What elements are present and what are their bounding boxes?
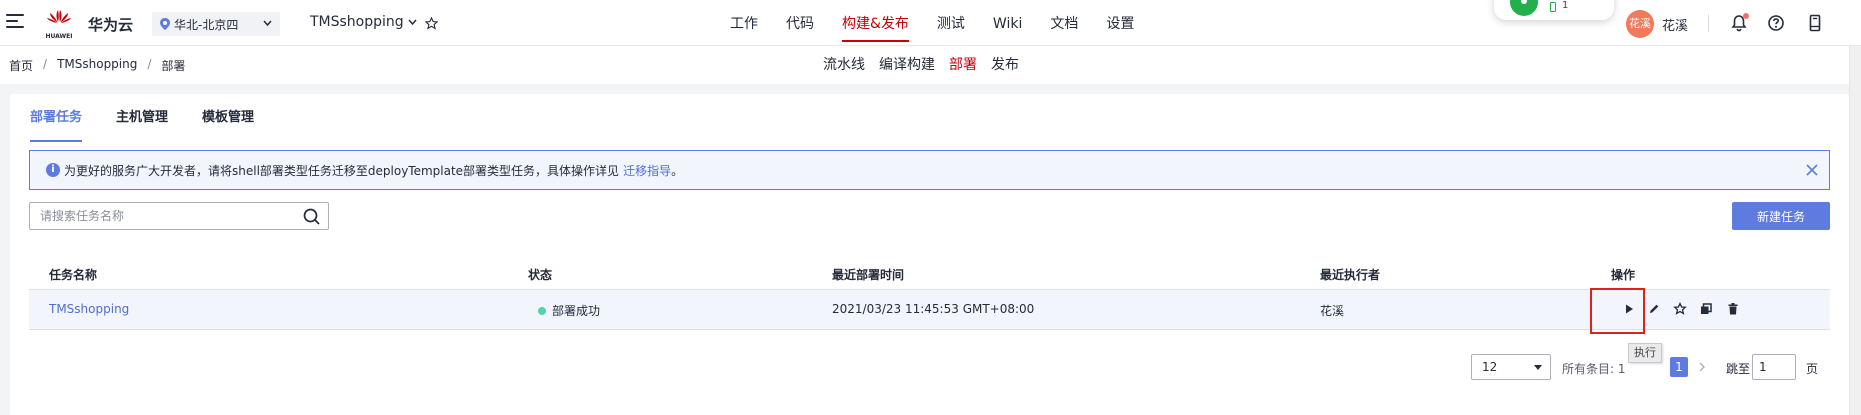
nav-settings[interactable]: 设置 — [1106, 0, 1134, 46]
subnav-pipeline[interactable]: 流水线 — [823, 46, 865, 84]
header-status: 状态 — [528, 268, 553, 282]
page-size-value: 12 — [1482, 360, 1498, 374]
subnav-deploy[interactable]: 部署 — [949, 46, 977, 84]
project-name: TMSshopping — [310, 14, 404, 30]
table-header: 任务名称 状态 最近部署时间 最近执行者 操作 — [29, 260, 1830, 290]
region-selector[interactable]: 华北-北京四 — [152, 12, 280, 36]
jump-label: 跳至 — [1726, 362, 1751, 376]
breadcrumb-home[interactable]: 首页 — [9, 57, 33, 74]
breadcrumb-current: 部署 — [161, 59, 186, 73]
notice-period: 。 — [671, 163, 684, 178]
breadcrumb-project[interactable]: TMSshopping — [57, 57, 137, 74]
tab-template-management[interactable]: 模板管理 — [202, 94, 254, 138]
assistant-icon — [1510, 0, 1538, 16]
nav-code[interactable]: 代码 — [786, 0, 814, 46]
chevron-right-icon[interactable] — [1698, 362, 1706, 372]
floating-widget[interactable]: 1 — [1494, 0, 1614, 20]
executor-cell: 花溪 — [1320, 304, 1345, 318]
search-box — [29, 202, 329, 230]
migration-guide-link[interactable]: 迁移指导 — [623, 162, 671, 179]
header-actions: 操作 — [1611, 268, 1636, 282]
hamburger-icon[interactable] — [6, 14, 24, 30]
tab-bar: 部署任务 主机管理 模板管理 — [30, 94, 288, 142]
tab-deploy-tasks[interactable]: 部署任务 — [30, 94, 83, 142]
execute-highlight-box — [1590, 288, 1645, 334]
nav-work[interactable]: 工作 — [730, 0, 758, 46]
edit-icon[interactable] — [1647, 302, 1661, 316]
star-icon[interactable] — [1673, 302, 1687, 316]
scrollbar[interactable] — [1849, 46, 1861, 415]
search-input[interactable] — [30, 203, 290, 229]
chevron-down-icon — [408, 19, 417, 25]
subnav-build[interactable]: 编译构建 — [879, 46, 935, 84]
page-number-button[interactable]: 1 — [1670, 357, 1688, 377]
region-label: 华北-北京四 — [174, 17, 239, 32]
top-bar: HUAWEI 华为云 华北-北京四 TMSshopping 工作 代码 构建&发… — [0, 0, 1861, 46]
table-row: TMSshopping 部署成功 2021/03/23 11:45:53 GMT… — [29, 290, 1830, 330]
breadcrumb-separator: / — [147, 57, 152, 71]
status-dot — [538, 306, 546, 315]
notice-banner: i 为更好的服务广大开发者，请将shell部署类型任务迁移至deployTemp… — [29, 150, 1830, 190]
svg-text:HUAWEI: HUAWEI — [45, 33, 72, 40]
breadcrumb-separator: / — [43, 57, 48, 71]
avatar[interactable]: 花溪 — [1626, 10, 1654, 38]
delete-icon[interactable] — [1726, 302, 1740, 316]
help-icon[interactable] — [1767, 14, 1785, 32]
divider — [1708, 14, 1709, 32]
copy-icon[interactable] — [1699, 302, 1713, 316]
nav-wiki[interactable]: Wiki — [993, 0, 1022, 46]
project-selector[interactable]: TMSshopping — [310, 14, 417, 30]
star-icon[interactable] — [425, 17, 438, 30]
execute-tooltip: 执行 — [1628, 343, 1662, 363]
brand-name: 华为云 — [88, 16, 134, 34]
main-nav: 工作 代码 构建&发布 测试 Wiki 文档 设置 — [730, 0, 1162, 46]
tab-host-management[interactable]: 主机管理 — [116, 94, 168, 138]
widget-count: 1 — [1562, 0, 1569, 11]
breadcrumb: 首页 / TMSshopping / 部署 — [9, 57, 185, 74]
jump-page-input[interactable] — [1752, 354, 1796, 380]
status-text: 部署成功 — [552, 304, 601, 318]
huawei-logo[interactable]: HUAWEI — [42, 8, 76, 40]
notice-text: 为更好的服务广大开发者，请将shell部署类型任务迁移至deployTempla… — [64, 163, 620, 178]
nav-build-release[interactable]: 构建&发布 — [842, 0, 909, 46]
location-pin-icon — [160, 18, 170, 30]
nav-docs[interactable]: 文档 — [1050, 0, 1078, 46]
new-task-button[interactable]: 新建任务 — [1732, 202, 1830, 230]
header-task-name: 任务名称 — [49, 268, 98, 282]
total-count: 所有条目: 1 — [1562, 362, 1626, 376]
battery-icon — [1550, 2, 1556, 12]
username[interactable]: 花溪 — [1662, 15, 1688, 34]
notification-dot — [1743, 13, 1749, 19]
page-unit-label: 页 — [1806, 362, 1819, 376]
chevron-down-icon — [263, 20, 272, 27]
info-icon: i — [46, 163, 60, 177]
search-icon[interactable] — [303, 208, 320, 225]
status-cell: 部署成功 — [538, 302, 600, 319]
sub-header: 首页 / TMSshopping / 部署 流水线 编译构建 部署 发布 — [0, 46, 1861, 84]
mobile-icon[interactable] — [1806, 14, 1824, 32]
close-icon[interactable] — [1805, 163, 1819, 177]
page-size-select[interactable]: 12 — [1471, 354, 1551, 380]
task-name-link[interactable]: TMSshopping — [49, 302, 129, 316]
header-last-deploy-time: 最近部署时间 — [832, 268, 905, 282]
deploy-time-cell: 2021/03/23 11:45:53 GMT+08:00 — [832, 302, 1035, 316]
caret-down-icon — [1534, 365, 1542, 370]
sub-nav: 流水线 编译构建 部署 发布 — [823, 46, 1033, 84]
header-last-executor: 最近执行者 — [1320, 268, 1381, 282]
main-card: 部署任务 主机管理 模板管理 i 为更好的服务广大开发者，请将shell部署类型… — [10, 94, 1849, 415]
nav-test[interactable]: 测试 — [937, 0, 965, 46]
subnav-release[interactable]: 发布 — [991, 46, 1019, 84]
